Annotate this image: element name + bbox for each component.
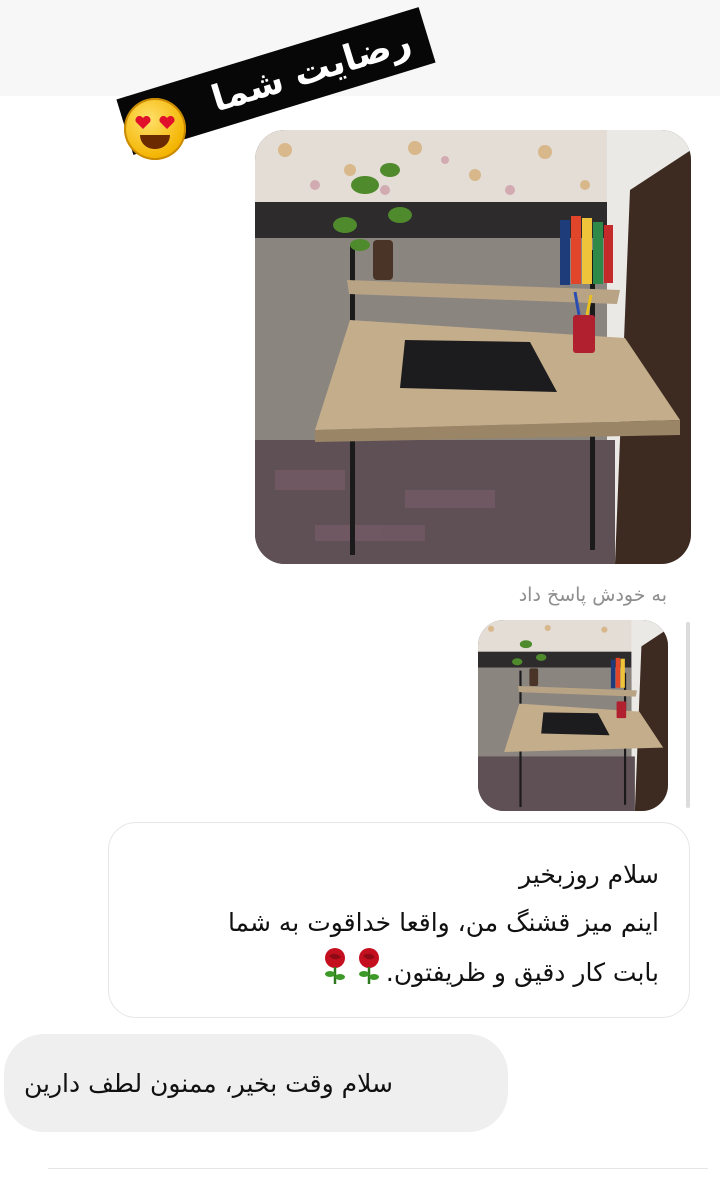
reply-caption: به خودش پاسخ داد (518, 584, 667, 606)
message-line: اینم میز قشنگ من، واقعا خداقوت به شما (227, 908, 659, 937)
outgoing-message-bubble[interactable]: سلام وقت بخیر، ممنون لطف دارین (4, 1034, 508, 1132)
replied-photo-thumbnail[interactable] (478, 620, 668, 811)
outgoing-message-text: سلام وقت بخیر، ممنون لطف دارین (24, 1068, 393, 1098)
message-text: بابت کار دقیق و ظریفتون. (385, 958, 659, 987)
message-line: سلام روزبخیر (519, 860, 659, 889)
message-line-last: بابت کار دقیق و ظریفتون. (139, 947, 659, 1001)
quote-bar (686, 622, 690, 808)
rose-icon (354, 947, 384, 1001)
heart-eyes-emoji-icon (124, 98, 186, 160)
rose-icon (320, 947, 350, 1001)
shared-photo[interactable] (255, 130, 691, 564)
divider (48, 1168, 708, 1169)
incoming-message-bubble[interactable]: سلام روزبخیر اینم میز قشنگ من، واقعا خدا… (108, 822, 690, 1018)
